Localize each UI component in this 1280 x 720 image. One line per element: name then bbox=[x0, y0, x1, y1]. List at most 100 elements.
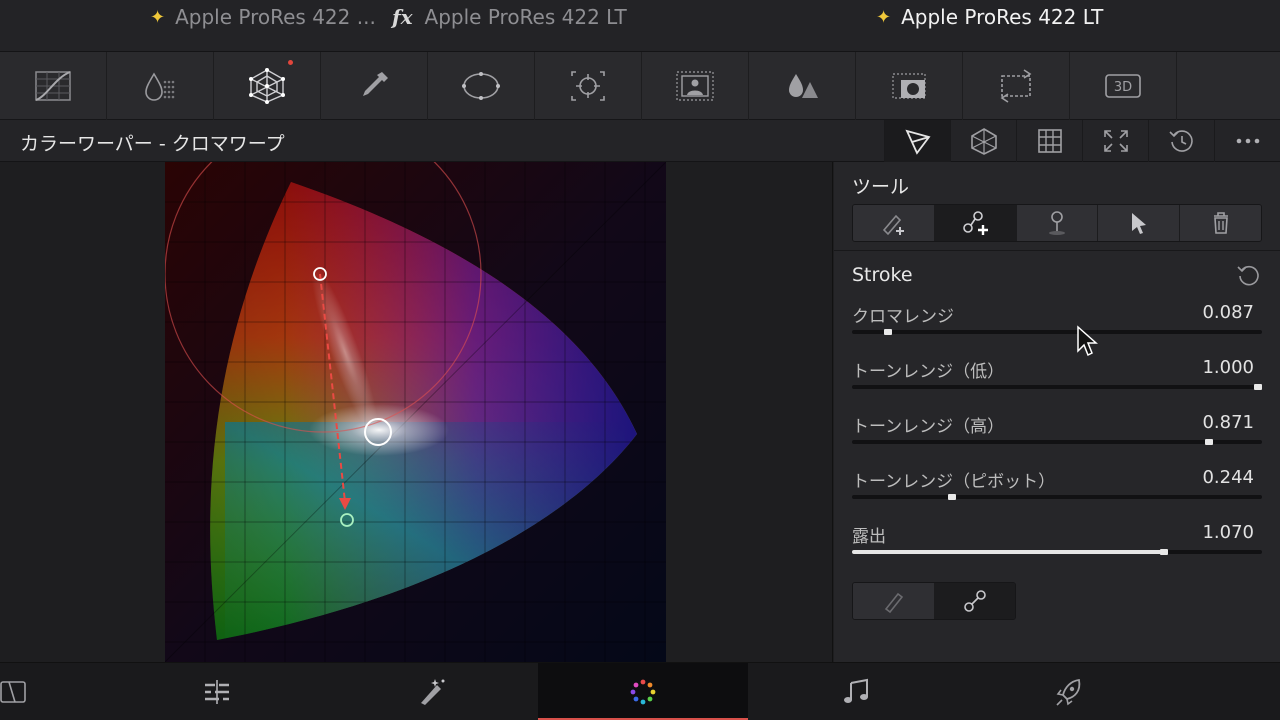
stroke-mode-buttons bbox=[852, 582, 1016, 620]
palette-tracker[interactable] bbox=[535, 52, 642, 120]
palette-blur[interactable] bbox=[749, 52, 856, 120]
param-tone-range-high: トーンレンジ（高） 0.871 bbox=[852, 412, 1262, 462]
palette-curves[interactable] bbox=[0, 52, 107, 120]
delete-button[interactable] bbox=[1180, 205, 1261, 241]
section-divider bbox=[834, 250, 1280, 251]
tools-title: ツール bbox=[852, 176, 910, 198]
page-title: カラーワーパー - クロマワープ bbox=[20, 133, 285, 155]
chroma-warp-icon bbox=[904, 129, 931, 155]
fairlight-page-button[interactable] bbox=[804, 663, 910, 720]
palette-key[interactable] bbox=[856, 52, 963, 120]
param-value[interactable]: 0.244 bbox=[1202, 467, 1254, 488]
clip-2-label: Apple ProRes 422 LT bbox=[424, 5, 627, 29]
palette-color-warper[interactable] bbox=[214, 52, 321, 120]
chroma-plot[interactable] bbox=[165, 162, 666, 662]
add-point-icon bbox=[883, 214, 905, 236]
pin-button[interactable] bbox=[1016, 205, 1099, 241]
add-point-button[interactable] bbox=[853, 205, 935, 241]
sparkle-icon: ✦ bbox=[150, 6, 166, 28]
param-value[interactable]: 1.000 bbox=[1202, 357, 1254, 378]
blur-icon bbox=[789, 74, 818, 98]
chroma-gamut-graphic bbox=[165, 162, 666, 662]
grid-button[interactable] bbox=[1016, 120, 1082, 162]
slider-knob[interactable] bbox=[883, 329, 892, 335]
edit-page-button[interactable] bbox=[164, 663, 270, 720]
stroke-title: Stroke bbox=[852, 264, 913, 286]
fairlight-page-icon bbox=[844, 678, 868, 703]
active-dot bbox=[288, 60, 293, 65]
param-label: クロマレンジ bbox=[852, 307, 954, 327]
more-icon bbox=[1236, 138, 1259, 144]
param-value[interactable]: 0.087 bbox=[1202, 302, 1254, 323]
reset-all-button[interactable] bbox=[1148, 120, 1214, 162]
pin-icon bbox=[1048, 211, 1065, 235]
eyedropper-icon bbox=[363, 72, 388, 96]
param-chroma-range: クロマレンジ 0.087 bbox=[852, 302, 1262, 352]
color-qualifier-icon bbox=[145, 72, 175, 101]
reset-all-icon bbox=[1168, 130, 1193, 152]
palette-3d[interactable]: 3D bbox=[1070, 52, 1177, 120]
expand-button[interactable] bbox=[1082, 120, 1148, 162]
param-label: トーンレンジ（高） bbox=[852, 417, 1005, 437]
hue-sat-button[interactable] bbox=[950, 120, 1016, 162]
slider-knob[interactable] bbox=[1205, 439, 1214, 445]
edit-page-icon bbox=[205, 680, 229, 704]
deliver-page-icon bbox=[1056, 679, 1081, 706]
slider-fill bbox=[852, 550, 1164, 554]
palette-magic-mask[interactable] bbox=[642, 52, 749, 120]
chroma-warp-button[interactable] bbox=[884, 120, 950, 162]
more-button[interactable] bbox=[1214, 120, 1280, 162]
tracker-icon bbox=[571, 71, 605, 101]
slider-knob[interactable] bbox=[1254, 384, 1262, 390]
sizing-icon bbox=[1000, 69, 1032, 103]
cut-page-button[interactable] bbox=[0, 663, 66, 720]
clip-1[interactable]: ✦ Apple ProRes 422 ... bbox=[150, 4, 376, 30]
slider-track[interactable] bbox=[852, 440, 1262, 444]
grid-icon bbox=[1037, 129, 1062, 153]
select-button[interactable] bbox=[1098, 205, 1181, 241]
stroke-link-button[interactable] bbox=[934, 583, 1015, 619]
sparkle-icon: ✦ bbox=[876, 6, 892, 28]
slider-track[interactable] bbox=[852, 330, 1262, 334]
mouse-cursor-icon bbox=[1077, 325, 1098, 357]
fusion-page-button[interactable] bbox=[378, 663, 484, 720]
add-mesh-point-button[interactable] bbox=[934, 205, 1017, 241]
tool-buttons bbox=[852, 204, 1262, 242]
link-points-icon bbox=[963, 590, 986, 612]
color-page-button[interactable] bbox=[538, 663, 748, 720]
fusion-page-icon bbox=[421, 679, 445, 705]
color-warper-icon bbox=[249, 68, 285, 104]
palette-bar: 3D bbox=[0, 52, 1280, 120]
param-label: トーンレンジ（低） bbox=[852, 362, 1005, 382]
palette-window[interactable] bbox=[428, 52, 535, 120]
clip-3-label: Apple ProRes 422 LT bbox=[901, 5, 1104, 29]
pencil-icon bbox=[885, 592, 904, 614]
slider-knob[interactable] bbox=[1159, 549, 1168, 555]
palette-qualifier[interactable] bbox=[107, 52, 214, 120]
param-value[interactable]: 0.871 bbox=[1202, 412, 1254, 433]
panel-header: カラーワーパー - クロマワープ bbox=[0, 120, 1280, 162]
param-label: 露出 bbox=[852, 527, 886, 547]
param-tone-range-low: トーンレンジ（低） 1.000 bbox=[852, 357, 1262, 407]
param-label: トーンレンジ（ピボット） bbox=[852, 472, 1056, 492]
cut-page-icon bbox=[0, 681, 26, 703]
stroke-pencil-button[interactable] bbox=[853, 583, 935, 619]
palette-sizing[interactable] bbox=[963, 52, 1070, 120]
clip-2[interactable]: fx Apple ProRes 422 LT bbox=[392, 4, 627, 30]
slider-track[interactable] bbox=[852, 495, 1262, 499]
deliver-page-button[interactable] bbox=[1016, 663, 1122, 720]
select-arrow-icon bbox=[1131, 213, 1146, 234]
add-mesh-point-icon bbox=[963, 211, 989, 235]
hue-sat-icon bbox=[970, 128, 997, 155]
slider-track[interactable] bbox=[852, 385, 1262, 389]
curves-icon bbox=[35, 71, 71, 101]
slider-knob[interactable] bbox=[948, 494, 957, 500]
reset-icon[interactable] bbox=[1236, 262, 1262, 288]
palette-eyedropper[interactable] bbox=[321, 52, 428, 120]
clip-bar: ✦ Apple ProRes 422 ... fx Apple ProRes 4… bbox=[0, 0, 1280, 52]
svg-text:3D: 3D bbox=[1114, 80, 1132, 95]
fx-icon: fx bbox=[392, 5, 413, 29]
param-value[interactable]: 1.070 bbox=[1202, 522, 1254, 543]
magic-mask-icon bbox=[676, 71, 714, 101]
clip-3[interactable]: ✦ Apple ProRes 422 LT bbox=[876, 4, 1103, 30]
